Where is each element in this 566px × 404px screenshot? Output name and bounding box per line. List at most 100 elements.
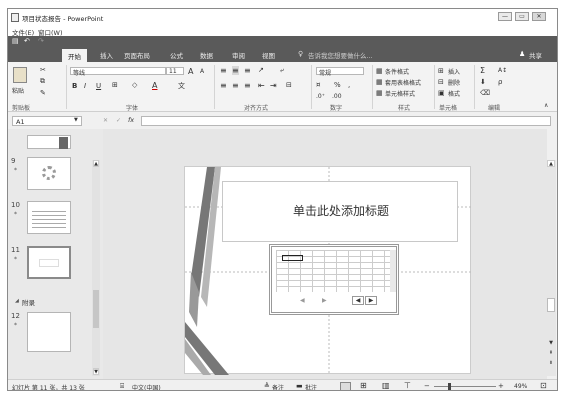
- phonetic-icon[interactable]: 文: [178, 81, 185, 91]
- fit-to-window-icon[interactable]: ⊡: [540, 381, 547, 390]
- format-painter-icon[interactable]: ✎: [40, 89, 46, 97]
- grow-font-button[interactable]: A: [188, 67, 193, 76]
- decrease-indent-icon[interactable]: ⇤: [258, 81, 265, 90]
- reading-view-icon[interactable]: ▥: [382, 381, 390, 390]
- cell-style-button[interactable]: 单元格样式: [385, 89, 415, 98]
- zoom-out-button[interactable]: −: [424, 382, 430, 390]
- section-appendix[interactable]: 附录: [22, 297, 35, 307]
- align-bottom-icon[interactable]: ≡: [244, 66, 251, 75]
- zoom-slider[interactable]: [434, 386, 496, 387]
- font-name-box[interactable]: 等线: [70, 67, 166, 77]
- italic-button[interactable]: I: [84, 82, 86, 90]
- align-middle-icon[interactable]: ≡: [232, 66, 239, 75]
- decrease-decimal-icon[interactable]: .00: [332, 93, 342, 100]
- paste-label[interactable]: 粘贴: [12, 86, 24, 95]
- slide-canvas[interactable]: 单击此处添加标题 ◀ ▶ ◀ ▶: [184, 166, 472, 375]
- zoom-percent[interactable]: 49%: [514, 383, 527, 390]
- tab-view[interactable]: 视图: [262, 50, 275, 60]
- find-button[interactable]: ρ: [498, 78, 502, 86]
- insert-function-button[interactable]: fx: [128, 116, 134, 124]
- insert-cells-button[interactable]: 插入: [448, 67, 460, 76]
- align-center-icon[interactable]: ≡: [232, 81, 239, 90]
- tab-page-layout[interactable]: 页面布局: [124, 50, 150, 60]
- fill-icon[interactable]: ⬇: [480, 78, 486, 86]
- scroll-thumb[interactable]: [93, 290, 99, 328]
- slide-thumbnail-9[interactable]: [27, 157, 71, 190]
- normal-view-icon[interactable]: [340, 382, 351, 390]
- scroll-up-arrow[interactable]: ▲: [93, 160, 99, 167]
- prev-slide-icon[interactable]: ⇞: [547, 350, 555, 357]
- editor-scrollbar[interactable]: ▲ ▼ ⇞ ⇟: [546, 160, 556, 376]
- comma-button[interactable]: ,: [348, 81, 350, 89]
- font-color-icon[interactable]: A: [152, 81, 157, 90]
- tell-me-search[interactable]: 告诉我您想要做什么...: [308, 50, 373, 60]
- percent-button[interactable]: %: [334, 81, 341, 89]
- currency-icon[interactable]: ¤: [316, 81, 320, 89]
- tab-review[interactable]: 审阅: [232, 50, 245, 60]
- paste-icon[interactable]: [13, 67, 27, 83]
- scroll-down-arrow[interactable]: ▼: [93, 368, 99, 375]
- spellcheck-icon[interactable]: ⌸: [120, 382, 124, 390]
- increase-indent-icon[interactable]: ⇥: [270, 81, 277, 90]
- cancel-button[interactable]: ✕: [103, 117, 108, 124]
- scroll-thumb[interactable]: [547, 298, 555, 312]
- clear-icon[interactable]: ⌫: [480, 89, 490, 97]
- increase-decimal-icon[interactable]: .0⁺: [316, 93, 325, 100]
- formula-input[interactable]: [141, 116, 551, 126]
- name-box[interactable]: A1: [12, 116, 82, 126]
- tab-data[interactable]: 数据: [200, 50, 213, 60]
- title-placeholder[interactable]: 单击此处添加标题: [222, 181, 458, 242]
- tab-formulas[interactable]: 公式: [170, 50, 183, 60]
- scroll-up-arrow[interactable]: ▲: [547, 160, 555, 167]
- embedded-prev-arrow[interactable]: ◀: [300, 297, 305, 304]
- format-cells-button[interactable]: 格式: [448, 89, 460, 98]
- border-icon[interactable]: ⊞: [112, 81, 118, 89]
- scroll-down-arrow[interactable]: ▼: [547, 340, 555, 347]
- number-format-box[interactable]: 常规: [316, 67, 364, 77]
- wrap-text-icon[interactable]: ⤶: [280, 66, 284, 75]
- enter-button[interactable]: ✓: [116, 117, 121, 124]
- sort-filter-button[interactable]: A↕: [498, 67, 507, 74]
- save-icon[interactable]: ▤: [12, 37, 19, 45]
- cut-icon[interactable]: ✂: [40, 66, 46, 74]
- autosum-button[interactable]: Σ: [480, 66, 485, 75]
- tab-insert[interactable]: 插入: [100, 50, 113, 60]
- fill-color-icon[interactable]: ◇: [132, 81, 137, 89]
- slide-sorter-icon[interactable]: ⊞: [360, 381, 367, 390]
- section-collapse-icon[interactable]: ◢: [15, 298, 19, 304]
- delete-cells-button[interactable]: 删除: [448, 78, 460, 87]
- embedded-sheet-next[interactable]: ▶: [365, 296, 377, 305]
- language-status[interactable]: 中文(中国): [132, 383, 161, 390]
- share-button[interactable]: 共享: [529, 50, 542, 60]
- slide-thumbnail-8[interactable]: [27, 135, 71, 149]
- comments-button[interactable]: 批注: [305, 383, 317, 390]
- align-left-icon[interactable]: ≡: [220, 81, 227, 90]
- minimize-button[interactable]: —: [498, 12, 512, 21]
- notes-button[interactable]: 备注: [272, 383, 284, 390]
- align-top-icon[interactable]: ≡: [220, 66, 227, 75]
- tab-home[interactable]: 开始: [62, 49, 87, 62]
- redo-icon[interactable]: ↷: [38, 37, 44, 45]
- merge-center-icon[interactable]: ⊟: [286, 81, 292, 89]
- zoom-in-button[interactable]: +: [498, 382, 504, 390]
- embedded-sheet-prev[interactable]: ◀: [352, 296, 364, 305]
- next-slide-icon[interactable]: ⇟: [547, 360, 555, 367]
- undo-icon[interactable]: ↶: [24, 37, 30, 45]
- underline-button[interactable]: U: [96, 82, 101, 90]
- slide-thumbnail-12[interactable]: [27, 312, 71, 352]
- embedded-spreadsheet[interactable]: ◀ ▶ ◀ ▶: [269, 244, 399, 315]
- orientation-icon[interactable]: ↗: [258, 66, 264, 74]
- restore-button[interactable]: ▭: [515, 12, 529, 21]
- shrink-font-button[interactable]: A: [200, 68, 204, 75]
- collapse-ribbon-icon[interactable]: ∧: [544, 102, 548, 109]
- conditional-format-button[interactable]: 条件格式: [385, 67, 409, 76]
- embedded-vscroll[interactable]: [390, 250, 396, 292]
- slide-thumbnail-10[interactable]: [27, 201, 71, 234]
- align-right-icon[interactable]: ≡: [244, 81, 251, 90]
- namebox-dropdown-icon[interactable]: ▼: [74, 117, 78, 123]
- slideshow-icon[interactable]: ⊤: [404, 381, 411, 390]
- embedded-next-arrow[interactable]: ▶: [322, 297, 327, 304]
- bold-button[interactable]: B: [72, 82, 77, 90]
- slide-thumbnail-11[interactable]: [27, 246, 71, 279]
- table-format-button[interactable]: 套用表格格式: [385, 78, 421, 87]
